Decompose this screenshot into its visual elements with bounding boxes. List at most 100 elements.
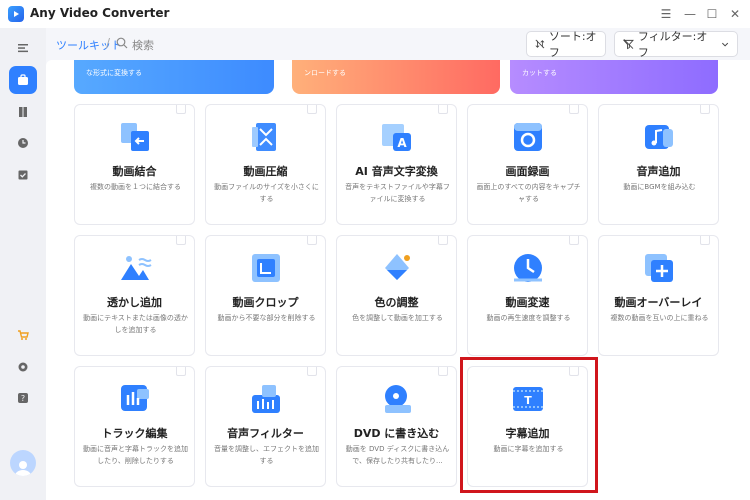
card-description: 動画から不要な部分を削除する [217,314,316,322]
tool-card-merge[interactable]: 動画結合 複数の動画を１つに結合する [74,104,195,225]
highlight-box [460,357,598,493]
card-description: 動画を DVD ディスクに書き込んで、保存したり共有したり... [345,445,450,465]
card-corner [438,236,448,245]
card-corner [176,236,186,245]
clock-icon [18,138,28,148]
card-title: 透かし追加 [107,296,162,309]
sort-button[interactable]: ソート:オフ [526,30,606,59]
sidebar-item-tasks[interactable] [9,161,37,189]
banner-download[interactable]: ンロードする [292,60,500,94]
watermark-icon [121,256,152,280]
card-title: 動画結合 [112,165,157,178]
main-area: ツールキット / 検索 ソート:オフ フィルター:オフ な形式に変換する ンロー… [46,28,750,500]
sidebar-item-help[interactable]: ? [9,384,37,412]
sidebar-collapse-icon[interactable] [9,34,37,62]
transcribe-icon: A [382,124,411,151]
book-icon [19,107,27,117]
tool-card-ai-transcribe[interactable]: A AI 音声文字変換 音声をテキストファイルや字幕ファイルに変換する [336,104,457,225]
card-description: 動画に音声と字幕トラックを追加したり、削除したりする [83,445,188,465]
banner-convert[interactable]: な形式に変換する [74,60,274,94]
app-title: Any Video Converter [30,6,170,20]
tool-card-audio-filter[interactable]: 音声フィルター 音量を調整し、エフェクトを追加する [205,366,326,487]
compress-icon [252,123,276,151]
card-corner [700,105,710,114]
toolbox-icon [18,74,28,85]
help-icon: ? [18,393,28,403]
card-description: 音声をテキストファイルや字幕ファイルに変換する [345,183,450,203]
tool-card-watermark[interactable]: 透かし追加 動画にテキストまたは画像の透かしを追加する [74,235,195,356]
app-logo [8,6,24,22]
card-corner [569,105,579,114]
add-audio-icon [645,125,673,149]
merge-icon [121,123,149,151]
card-corner [176,105,186,114]
audio-filter-icon [252,385,280,413]
minimize-button[interactable]: — [680,4,700,24]
tool-card-overlay[interactable]: 動画オーバーレイ 複数の動画を互いの上に重ねる [598,235,719,356]
dvd-burn-icon [385,385,411,413]
banner-cut[interactable]: カットする [510,60,718,94]
color-adjust-icon [385,254,410,280]
card-description: 音量を調整し、エフェクトを追加する [214,445,319,465]
user-avatar[interactable] [10,450,36,476]
gear-icon [18,362,28,372]
tool-card-screen-record[interactable]: 画面録画 画面上のすべての内容をキャプチャする [467,104,588,225]
card-title: DVD に書き込む [353,427,440,440]
toolbar: ツールキット / 検索 ソート:オフ フィルター:オフ [46,28,750,60]
card-title: 音声フィルター [227,427,304,440]
card-corner [307,236,317,245]
card-title: 動画クロップ [232,296,299,309]
card-description: 画面上のすべての内容をキャプチャする [476,183,581,203]
tool-card-crop[interactable]: 動画クロップ 動画から不要な部分を削除する [205,235,326,356]
search-icon[interactable] [116,37,128,49]
sort-label: ソート:オフ [548,30,597,59]
tool-card-track-edit[interactable]: トラック編集 動画に音声と字幕トラックを追加したり、削除したりする [74,366,195,487]
menu-button[interactable]: ☰ [656,4,676,24]
toolkit-grid: な形式に変換する ンロードする カットする 動画結合 複数の動画を１つに結合する… [46,60,750,500]
card-description: 色を調整して動画を加工する [352,314,443,322]
track-edit-icon [121,385,149,411]
sidebar-item-library[interactable] [9,98,37,126]
card-corner [700,236,710,245]
sidebar-item-settings[interactable] [9,353,37,381]
maximize-button[interactable]: ☐ [702,4,722,24]
sidebar: ? [0,28,46,500]
cart-icon [18,330,29,340]
card-description: 複数の動画を１つに結合する [90,183,181,191]
card-description: 動画ファイルのサイズを小さくにする [214,183,319,203]
title-bar: Any Video Converter ☰ — ☐ ✕ [0,0,750,28]
tool-card-color-adjust[interactable]: 色の調整 色を調整して動画を加工する [336,235,457,356]
card-corner [176,367,186,376]
sidebar-item-toolkit[interactable] [9,66,37,94]
card-description: 動画にテキストまたは画像の透かしを追加する [83,314,188,334]
search-input[interactable]: 検索 [132,37,154,53]
crop-icon [252,254,280,282]
svg-text:A: A [397,136,407,150]
filter-label: フィルター:オフ [637,30,708,59]
card-description: 複数の動画を互いの上に重ねる [610,314,709,322]
breadcrumb-toolkit[interactable]: ツールキット [56,37,122,53]
card-title: 画面録画 [505,165,550,178]
tool-card-add-audio[interactable]: 音声追加 動画にBGMを組み込む [598,104,719,225]
sidebar-item-history[interactable] [9,129,37,157]
card-title: 動画オーバーレイ [614,296,703,309]
close-button[interactable]: ✕ [725,4,745,24]
breadcrumb-separator: / [106,36,111,50]
filter-button[interactable]: フィルター:オフ [614,30,738,59]
checklist-icon [18,170,28,180]
card-title: 音声追加 [636,165,681,178]
filter-off-icon [623,39,634,50]
tool-card-speed[interactable]: 動画変速 動画の再生速度を調整する [467,235,588,356]
card-corner [307,105,317,114]
card-description: 動画の再生速度を調整する [486,314,571,322]
tool-card-compress[interactable]: 動画圧縮 動画ファイルのサイズを小さくにする [205,104,326,225]
sidebar-item-store[interactable] [9,321,37,349]
card-corner [438,367,448,376]
card-title: 色の調整 [374,296,419,309]
tool-card-dvd-burn[interactable]: DVD に書き込む 動画を DVD ディスクに書き込んで、保存したり共有したり.… [336,366,457,487]
chevron-down-icon [721,42,728,47]
svg-text:?: ? [21,394,25,403]
sort-off-icon [535,39,545,49]
card-title: 動画変速 [505,296,550,309]
screen-record-icon [514,123,542,151]
